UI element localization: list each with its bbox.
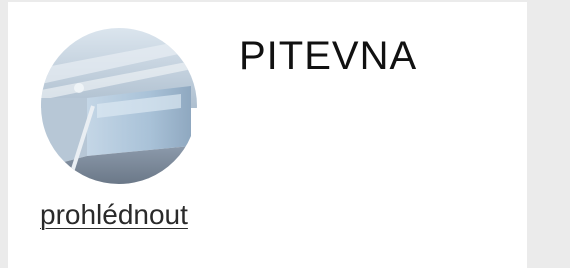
room-title: PITEVNA: [239, 34, 418, 78]
page: PITEVNA prohlédnout: [0, 0, 570, 268]
room-thumbnail[interactable]: [41, 28, 197, 184]
view-link[interactable]: prohlédnout: [40, 198, 188, 232]
room-photo-icon: [41, 28, 197, 184]
room-card: PITEVNA prohlédnout: [8, 2, 527, 268]
